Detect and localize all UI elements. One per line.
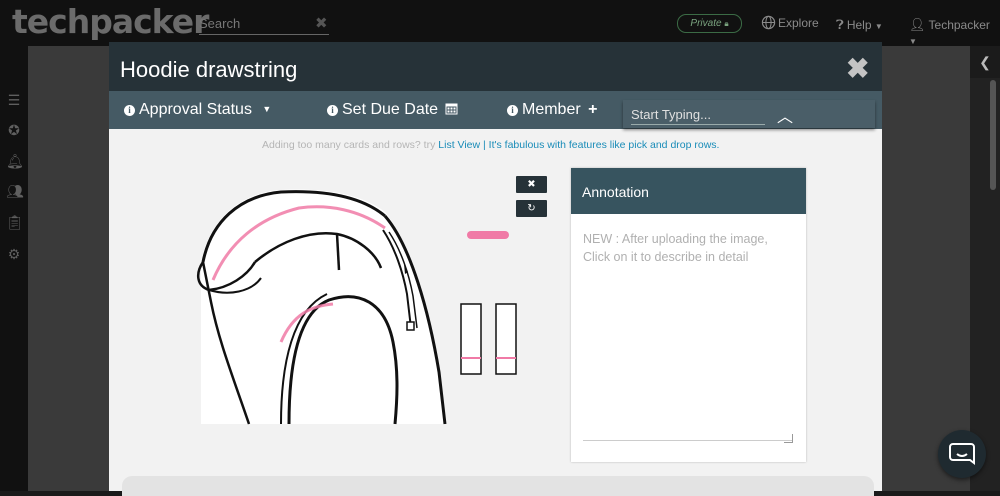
left-sidebar: ☰ ✪ 🔔︎ 👥︎ 📋︎ ⚙: [0, 46, 28, 491]
member-search-popup: ︿: [623, 100, 875, 128]
plus-icon: +: [588, 101, 598, 118]
chat-launcher-button[interactable]: [938, 430, 986, 478]
chevron-up-icon[interactable]: ︿: [777, 103, 793, 127]
user-icon: 👤︎: [909, 17, 926, 32]
clipboard-icon[interactable]: 📋︎: [6, 214, 24, 230]
annotation-textarea[interactable]: [583, 230, 793, 441]
annotation-header: Annotation: [571, 168, 806, 214]
set-due-date-button[interactable]: i Set Due Date: [327, 101, 458, 119]
info-icon: i: [327, 105, 338, 116]
chevron-left-icon: ❮: [979, 54, 991, 70]
private-badge[interactable]: Private 🔒︎: [677, 14, 742, 33]
bell-icon[interactable]: 🔔︎: [6, 153, 24, 169]
member-button[interactable]: i Member +: [507, 101, 597, 119]
user-menu[interactable]: 👤︎ Techpacker ▼: [909, 17, 1000, 47]
close-icon: ✖: [527, 179, 536, 190]
card-modal: Hoodie drawstring ✖ i Approval Status ▼ i…: [109, 42, 882, 496]
gear-icon[interactable]: ⚙: [6, 246, 22, 262]
next-card-row: [122, 476, 874, 496]
scrollbar-thumb[interactable]: [990, 80, 996, 190]
modal-header: Hoodie drawstring ✖: [109, 42, 882, 91]
resize-grip-icon[interactable]: [784, 434, 793, 443]
close-icon[interactable]: ✖: [846, 52, 869, 85]
modal-title[interactable]: Hoodie drawstring: [120, 57, 297, 83]
list-view-hint: Adding too many cards and rows? try List…: [262, 139, 720, 151]
caret-down-icon: ▼: [874, 22, 883, 31]
pink-highlight-swatch: [467, 231, 509, 239]
approval-status-dropdown[interactable]: i Approval Status ▼: [124, 101, 271, 119]
list-view-link[interactable]: List View: [438, 139, 480, 151]
calendar-icon: [445, 103, 458, 115]
caret-down-icon: ▼: [262, 104, 272, 114]
replace-image-button[interactable]: ↻: [516, 200, 547, 217]
features-link[interactable]: It's fabulous with features like pick an…: [489, 139, 720, 151]
chat-icon: [949, 443, 975, 465]
list-icon[interactable]: ☰: [6, 92, 22, 108]
help-menu[interactable]: ❓︎ Help ▼: [836, 17, 883, 33]
globe-icon: [761, 15, 776, 30]
remove-image-button[interactable]: ✖: [516, 176, 547, 193]
search-box: ✖: [199, 14, 329, 35]
search-input[interactable]: [199, 16, 309, 31]
users-add-icon[interactable]: 👥︎: [6, 183, 24, 199]
techpacker-logo[interactable]: techpacker: [12, 2, 209, 41]
hint-separator: |: [483, 139, 486, 151]
refresh-icon: ↻: [527, 203, 536, 214]
explore-link[interactable]: Explore: [761, 15, 819, 30]
member-search-input[interactable]: [631, 104, 765, 125]
drawstring-detail-image[interactable]: [459, 300, 519, 380]
annotation-panel: Annotation: [571, 168, 806, 462]
annotation-title: Annotation: [582, 184, 649, 200]
star-icon[interactable]: ✪: [6, 122, 22, 138]
info-icon: i: [507, 105, 518, 116]
lock-icon: 🔒︎: [724, 19, 729, 28]
clear-search-icon[interactable]: ✖: [315, 14, 328, 32]
caret-down-icon: ▼: [909, 37, 917, 46]
question-icon: ❓︎: [836, 17, 844, 32]
collapse-panel-tab[interactable]: ❮: [970, 46, 1000, 78]
top-navbar: techpacker ✖ Private 🔒︎ Explore ❓︎Help ▼…: [0, 0, 1000, 46]
info-icon: i: [124, 105, 135, 116]
